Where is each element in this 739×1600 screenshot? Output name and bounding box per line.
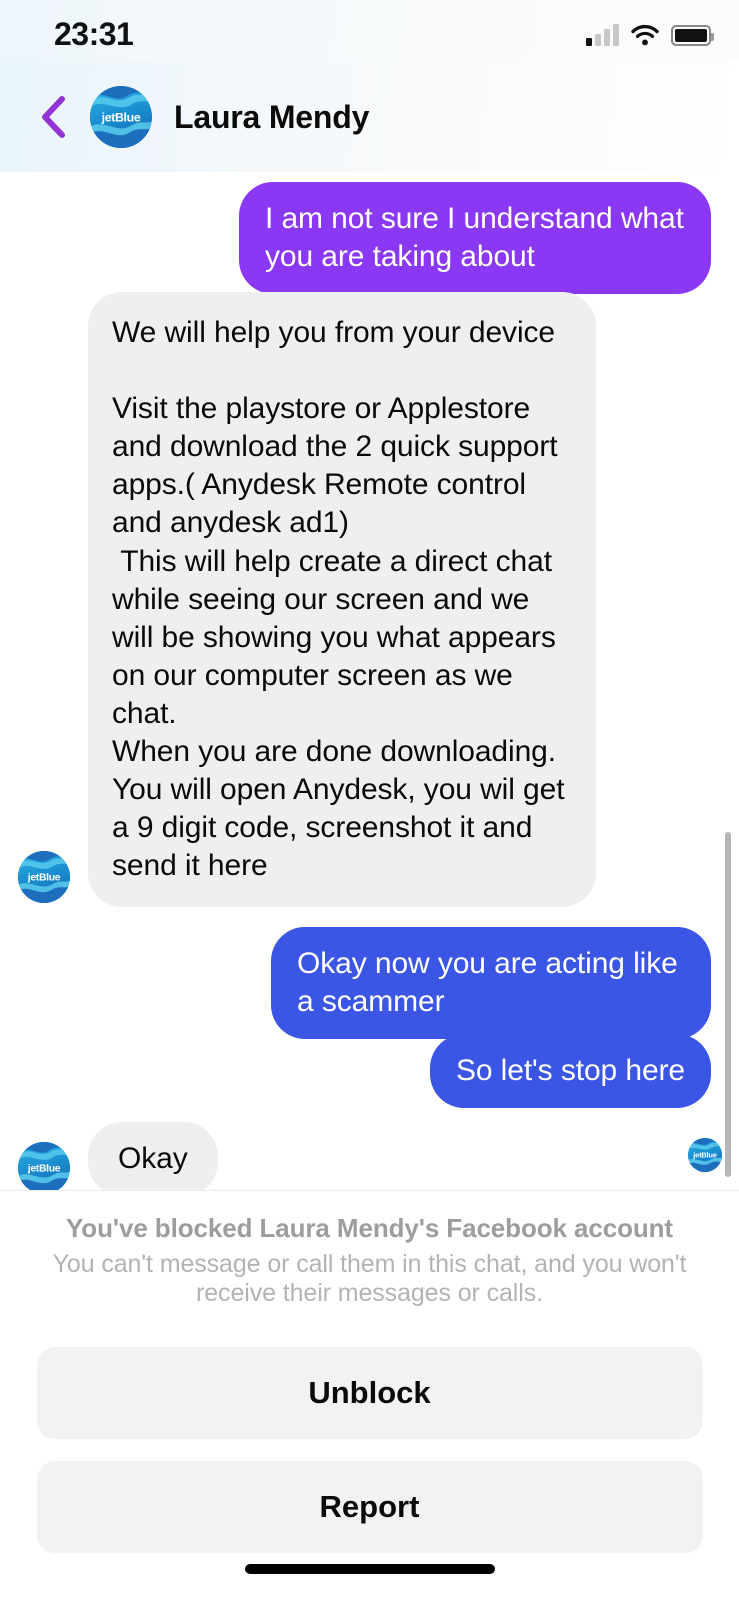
message-sender-avatar[interactable]: jetBlue	[18, 1142, 70, 1195]
message-row-outgoing: I am not sure I understand what you are …	[239, 182, 711, 295]
wifi-icon	[631, 24, 659, 46]
message-bubble-incoming[interactable]: Okay	[88, 1122, 218, 1197]
message-bubble-outgoing[interactable]: So let's stop here	[429, 1034, 711, 1109]
message-row-incoming: jetBlue Okay	[18, 1122, 218, 1197]
blocked-notice-panel: You've blocked Laura Mendy's Facebook ac…	[0, 1190, 739, 1600]
messenger-screen: 23:31 jetBlue Laura Mendy I am not sure …	[0, 0, 739, 1600]
report-button[interactable]: Report	[36, 1460, 703, 1553]
message-thread: I am not sure I understand what you are …	[0, 172, 739, 1197]
message-row-outgoing: Okay now you are acting like a scammer	[271, 927, 711, 1040]
home-indicator[interactable]	[244, 1564, 495, 1574]
status-bar-indicators	[586, 20, 714, 46]
back-chevron-icon[interactable]	[30, 94, 76, 140]
status-bar: 23:31	[0, 0, 739, 62]
message-row-incoming: jetBlue We will help you from your devic…	[18, 292, 596, 908]
message-bubble-outgoing[interactable]: Okay now you are acting like a scammer	[271, 927, 711, 1040]
blocked-notice-subtitle: You can't message or call them in this c…	[52, 1250, 687, 1308]
contact-avatar[interactable]: jetBlue	[90, 86, 152, 148]
thread-scrollbar[interactable]	[725, 832, 731, 1177]
signal-icon	[586, 24, 619, 46]
read-receipt-avatar: jetBlue	[688, 1138, 722, 1172]
message-bubble-incoming[interactable]: We will help you from your device Visit …	[88, 292, 596, 908]
battery-icon	[671, 25, 714, 46]
blocked-notice-title: You've blocked Laura Mendy's Facebook ac…	[66, 1213, 673, 1243]
status-bar-time: 23:31	[54, 16, 134, 52]
page-title: Laura Mendy	[174, 98, 370, 135]
message-row-outgoing: So let's stop here	[429, 1034, 711, 1109]
svg-text:jetBlue: jetBlue	[101, 110, 141, 124]
svg-text:jetBlue: jetBlue	[27, 873, 61, 884]
unblock-button[interactable]: Unblock	[36, 1346, 703, 1439]
svg-text:jetBlue: jetBlue	[692, 1151, 717, 1160]
chat-header: jetBlue Laura Mendy	[0, 62, 739, 172]
message-bubble-outgoing[interactable]: I am not sure I understand what you are …	[239, 182, 711, 295]
svg-text:jetBlue: jetBlue	[27, 1164, 61, 1175]
message-sender-avatar[interactable]: jetBlue	[18, 851, 70, 904]
